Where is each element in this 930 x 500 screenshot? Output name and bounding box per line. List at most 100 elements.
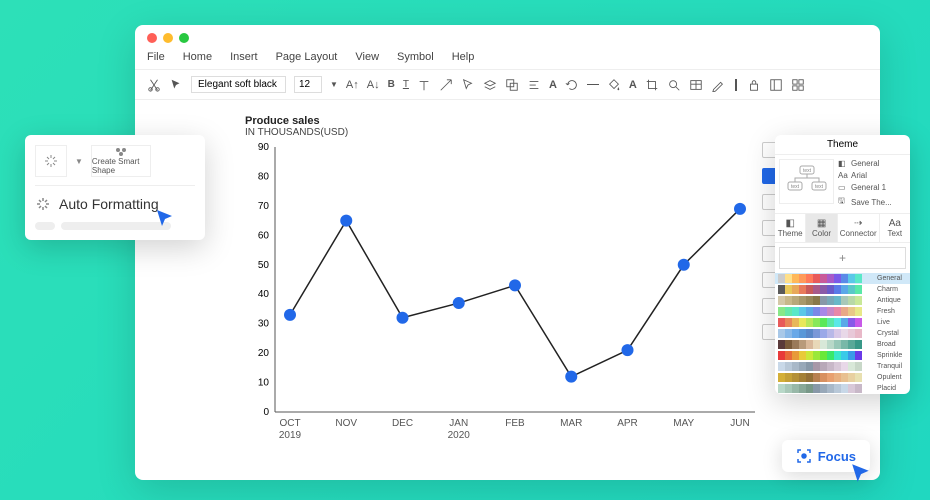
create-smart-label: Create Smart Shape [92, 157, 150, 175]
cursor-icon-2 [850, 462, 872, 484]
svg-text:text: text [790, 184, 799, 190]
theme-panel: Theme text text text ◧General AaArial ▭Gener… [775, 135, 910, 394]
search-icon[interactable] [667, 78, 681, 92]
font-color-2[interactable]: A [629, 79, 637, 91]
palette-crystal[interactable]: Crystal [775, 328, 910, 339]
palette-sprinkle[interactable]: Sprinkle [775, 350, 910, 361]
svg-text:40: 40 [258, 289, 270, 300]
crop-icon[interactable] [645, 78, 659, 92]
text-icon[interactable] [417, 78, 431, 92]
svg-text:NOV: NOV [335, 418, 357, 429]
palette-charm[interactable]: Charm [775, 284, 910, 295]
create-smart-shape-button[interactable]: Create Smart Shape [91, 145, 151, 177]
svg-text:90: 90 [258, 142, 270, 153]
svg-text:80: 80 [258, 171, 270, 182]
chart-plot: 0 10 20 30 40 50 60 70 80 90 OCT2019 NOV DEC JAN2020 F… [245, 142, 765, 452]
add-palette-button[interactable]: + [779, 247, 906, 269]
close-dot[interactable] [147, 33, 157, 43]
tab-connector[interactable]: ⇢Connector [838, 214, 880, 242]
format-popup: ▼ Create Smart Shape Auto Formatting [25, 135, 205, 240]
fill-icon[interactable] [607, 78, 621, 92]
chart: Produce sales IN THOUSANDS(USD) 0 10 20 30 4… [245, 115, 765, 470]
arrow-icon[interactable] [439, 78, 453, 92]
tab-theme[interactable]: ◧Theme [775, 214, 806, 242]
size-down[interactable]: A↓ [367, 79, 380, 91]
underline[interactable]: T [403, 79, 409, 90]
cut-icon[interactable] [147, 78, 161, 92]
maximize-dot[interactable] [179, 33, 189, 43]
svg-text:2019: 2019 [279, 430, 302, 441]
svg-text:text: text [814, 184, 823, 190]
tab-color[interactable]: ▦Color [806, 214, 837, 242]
menu-page-layout[interactable]: Page Layout [276, 51, 338, 63]
window-controls [135, 25, 880, 51]
svg-text:2020: 2020 [448, 430, 471, 441]
toolbar: ▼ A↑ A↓ B T A A [135, 70, 880, 100]
svg-text:FEB: FEB [505, 418, 525, 429]
svg-text:50: 50 [258, 260, 270, 271]
menu-insert[interactable]: Insert [230, 51, 258, 63]
pen-icon[interactable] [711, 78, 725, 92]
svg-text:MAY: MAY [673, 418, 694, 429]
svg-text:60: 60 [258, 230, 270, 241]
bold[interactable]: B [388, 79, 395, 90]
menu-symbol[interactable]: Symbol [397, 51, 434, 63]
svg-text:0: 0 [263, 407, 269, 418]
menu-bar: File Home Insert Page Layout View Symbol Help [135, 51, 880, 70]
svg-text:APR: APR [617, 418, 638, 429]
palette-list: GeneralCharmAntiqueFreshLiveCrystalBroad… [775, 273, 910, 394]
canvas: Produce sales IN THOUSANDS(USD) 0 10 20 30 4… [150, 110, 865, 465]
theme-tabs: ◧Theme▦Color⇢ConnectorAaText [775, 214, 910, 243]
align-icon[interactable] [527, 78, 541, 92]
svg-text:text: text [802, 168, 811, 174]
menu-home[interactable]: Home [183, 51, 212, 63]
preview-item[interactable]: AaArial [838, 171, 906, 180]
pointer-icon[interactable] [169, 78, 183, 92]
layers-icon[interactable] [483, 78, 497, 92]
svg-text:JUN: JUN [730, 418, 749, 429]
theme-panel-title: Theme [775, 135, 910, 155]
theme-preview: text text text ◧General AaArial ▭General 1 🖫S… [775, 155, 910, 214]
preview-item[interactable]: 🖫Save The... [838, 195, 906, 209]
menu-help[interactable]: Help [452, 51, 475, 63]
svg-text:JAN: JAN [449, 418, 468, 429]
minimize-dot[interactable] [163, 33, 173, 43]
group-icon[interactable] [505, 78, 519, 92]
svg-text:10: 10 [258, 378, 270, 389]
menu-view[interactable]: View [355, 51, 379, 63]
preview-item[interactable]: ◧General [838, 159, 906, 168]
font-select[interactable] [191, 76, 286, 93]
palette-general[interactable]: General [775, 273, 910, 284]
palette-antique[interactable]: Antique [775, 295, 910, 306]
svg-text:70: 70 [258, 201, 270, 212]
theme-thumbnail: text text text [779, 159, 834, 204]
svg-text:OCT: OCT [279, 418, 300, 429]
font-size[interactable] [294, 76, 322, 93]
svg-text:30: 30 [258, 319, 270, 330]
text-color[interactable]: A [549, 79, 557, 91]
svg-text:20: 20 [258, 348, 270, 359]
tab-text[interactable]: AaText [880, 214, 910, 242]
preview-item[interactable]: ▭General 1 [838, 183, 906, 192]
chart-subtitle: IN THOUSANDS(USD) [245, 127, 765, 138]
palette-placid[interactable]: Placid [775, 383, 910, 394]
lock-icon[interactable] [747, 78, 761, 92]
layout-icon[interactable] [769, 78, 783, 92]
spark-icon-box[interactable] [35, 145, 67, 177]
grid-icon[interactable] [791, 78, 805, 92]
theme-preview-list: ◧General AaArial ▭General 1 🖫Save The... [838, 159, 906, 209]
table-icon[interactable] [689, 78, 703, 92]
svg-text:DEC: DEC [392, 418, 413, 429]
palette-opulent[interactable]: Opulent [775, 372, 910, 383]
palette-live[interactable]: Live [775, 317, 910, 328]
select-icon[interactable] [461, 78, 475, 92]
size-up[interactable]: A↑ [346, 79, 359, 91]
palette-tranquil[interactable]: Tranquil [775, 361, 910, 372]
svg-text:MAR: MAR [560, 418, 582, 429]
menu-file[interactable]: File [147, 51, 165, 63]
palette-broad[interactable]: Broad [775, 339, 910, 350]
rotate-icon[interactable] [565, 78, 579, 92]
chart-title: Produce sales [245, 115, 765, 127]
palette-fresh[interactable]: Fresh [775, 306, 910, 317]
cursor-icon [155, 208, 175, 228]
